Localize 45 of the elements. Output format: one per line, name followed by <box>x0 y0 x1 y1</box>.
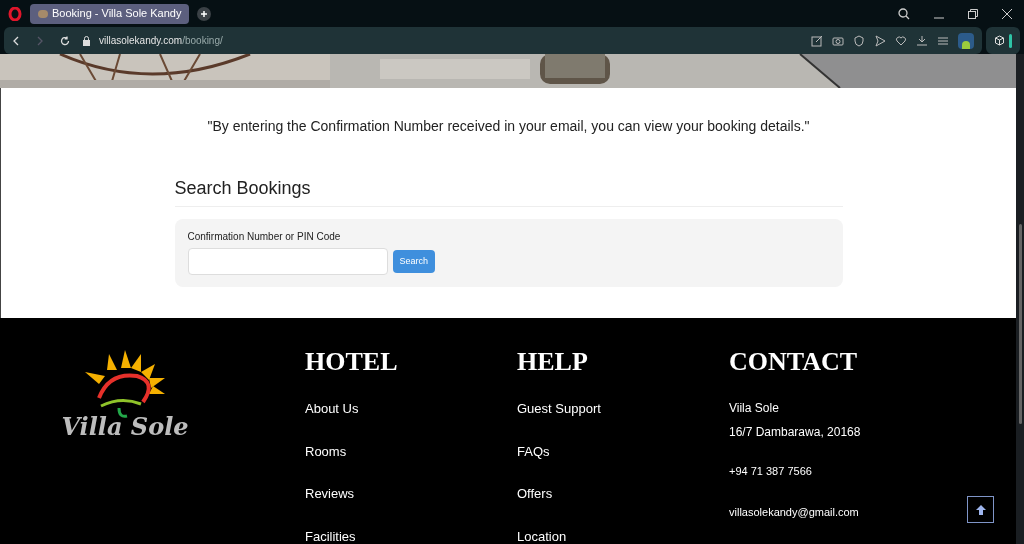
footer-link[interactable]: Guest Support <box>517 399 601 419</box>
profile-avatar[interactable] <box>958 32 974 49</box>
contact-email: villasolekandy@gmail.com <box>729 504 860 520</box>
back-to-top-button[interactable] <box>967 496 994 523</box>
footer-link[interactable]: About Us <box>305 399 359 419</box>
camera-icon[interactable] <box>832 34 844 47</box>
footer-link[interactable]: FAQs <box>517 441 550 461</box>
scrollbar[interactable] <box>1016 54 1024 544</box>
heart-icon[interactable] <box>895 34 907 47</box>
new-tab-button[interactable] <box>197 6 212 21</box>
search-icon[interactable] <box>898 7 910 20</box>
send-icon[interactable] <box>874 34 886 47</box>
logo-text: Villa Sole <box>61 412 189 442</box>
contact-address: 16/7 Dambarawa, 20168 <box>729 424 861 441</box>
cube-icon[interactable] <box>994 35 1005 46</box>
close-icon[interactable] <box>1002 8 1012 19</box>
back-icon[interactable] <box>12 35 20 46</box>
sidebar-indicator <box>1009 33 1012 48</box>
footer-link[interactable]: Facilities <box>305 526 356 544</box>
column-heading: CONTACT <box>729 346 859 378</box>
intro-text: "By entering the Confirmation Number received in your email, you can view your booking details." <box>207 117 810 136</box>
browser-logo-icon[interactable] <box>8 6 22 21</box>
input-field[interactable] <box>187 248 388 275</box>
site-favicon-icon <box>38 9 48 18</box>
shield-icon[interactable] <box>853 34 865 47</box>
lock-icon <box>82 35 91 46</box>
contact-name: Viila Sole <box>729 400 780 417</box>
url-text[interactable]: villasolekandy.com/booking/ <box>99 33 223 48</box>
contact-phone: +94 71 387 7566 <box>729 464 813 479</box>
section-heading: Search Bookings <box>174 175 843 207</box>
edit-icon[interactable] <box>811 34 823 47</box>
column-heading: HOTEL <box>305 346 399 378</box>
field-label: Confirmation Number or PIN Code <box>187 230 342 244</box>
browser-tab[interactable]: Booking - Villa Sole Kandy <box>30 3 190 24</box>
plus-icon <box>200 9 209 18</box>
column-heading: HELP <box>517 346 589 378</box>
footer-link[interactable]: Offers <box>517 484 553 504</box>
footer-link[interactable]: Location <box>517 526 567 544</box>
footer-link[interactable]: Rooms <box>305 441 347 461</box>
arrow-up-icon <box>974 503 987 516</box>
settings-icon[interactable] <box>937 34 949 47</box>
footer-link[interactable]: Reviews <box>305 484 355 504</box>
download-icon[interactable] <box>916 34 928 47</box>
reload-icon[interactable] <box>60 35 70 46</box>
restore-icon[interactable] <box>968 8 978 19</box>
